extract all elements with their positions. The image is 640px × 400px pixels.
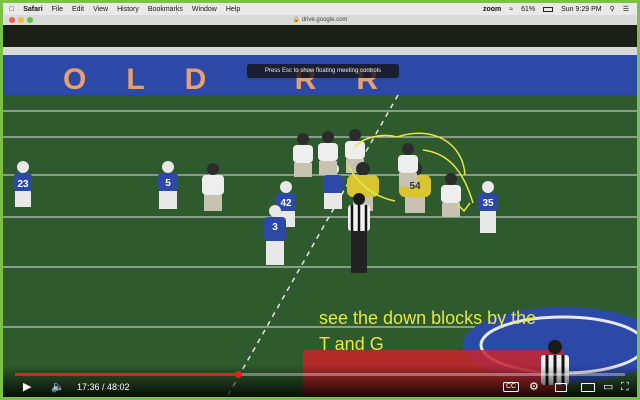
control-center-icon[interactable]: ☰ [623, 5, 629, 13]
video-player[interactable]: OLD RR 23 5 42 3 54 35 Press Esc to show… [3, 25, 637, 397]
url-text[interactable]: drive.google.com [302, 17, 348, 23]
menu-app-name[interactable]: Safari [23, 6, 42, 13]
svg-text:3: 3 [272, 222, 278, 233]
time-display: 17:36 / 48:02 [77, 382, 130, 392]
menubar-clock[interactable]: Sun 9:29 PM [561, 6, 601, 13]
menu-view[interactable]: View [93, 6, 108, 13]
svg-text:23: 23 [17, 179, 29, 190]
captions-button[interactable]: CC [503, 382, 520, 392]
minimize-window-icon[interactable] [18, 17, 24, 23]
theater-icon[interactable] [581, 383, 595, 392]
menu-history[interactable]: History [117, 6, 139, 13]
menu-file[interactable]: File [52, 6, 63, 13]
battery-icon[interactable] [543, 6, 554, 12]
progress-scrubber-handle[interactable] [235, 371, 243, 378]
volume-icon[interactable]: 🔈 [51, 380, 65, 394]
wifi-icon[interactable]: ≈ [509, 6, 513, 13]
fullscreen-icon[interactable]: ⛶ [621, 380, 629, 394]
play-icon[interactable]: ▶ [23, 380, 31, 394]
sideline-wall [3, 47, 637, 55]
referee [348, 193, 370, 273]
browser-address-bar[interactable]: 🔒 drive.google.com [3, 15, 637, 25]
svg-text:5: 5 [165, 178, 171, 189]
svg-text:42: 42 [280, 198, 292, 209]
annotation-line-2: T and G [319, 334, 384, 354]
progress-played [15, 373, 239, 376]
player-controls: ▶ 🔈 17:36 / 48:02 CC ⚙ ▭ ⛶ [3, 365, 637, 397]
spotlight-icon[interactable]: ⚲ [610, 5, 615, 13]
menu-help[interactable]: Help [226, 6, 240, 13]
zoom-window-icon[interactable] [27, 17, 33, 23]
screen-frame:  Safari File Edit View History Bookmark… [0, 0, 640, 400]
menu-edit[interactable]: Edit [72, 6, 84, 13]
menu-bookmarks[interactable]: Bookmarks [148, 6, 183, 13]
close-window-icon[interactable] [9, 17, 15, 23]
annotation-line-1: see the down blocks by the [319, 308, 537, 328]
svg-text:35: 35 [482, 198, 494, 209]
battery-percent[interactable]: 61% [521, 6, 535, 13]
menu-window[interactable]: Window [192, 6, 217, 13]
mac-menubar:  Safari File Edit View History Bookmark… [3, 3, 637, 15]
progress-bar[interactable] [15, 371, 625, 378]
gear-icon[interactable]: ⚙ [529, 380, 539, 394]
svg-text:54: 54 [409, 181, 421, 192]
miniplayer-icon[interactable] [555, 383, 567, 392]
apple-icon[interactable]:  [9, 6, 14, 13]
lock-icon: 🔒 [292, 17, 301, 23]
stadium-stands [3, 25, 637, 47]
meeting-controls-banner: Press Esc to show floating meeting contr… [247, 64, 399, 78]
zoom-status-item[interactable]: zoom [483, 6, 501, 13]
coach-annotation: see the down blocks by the T and G [319, 305, 629, 357]
airplay-icon[interactable]: ▭ [603, 380, 613, 394]
